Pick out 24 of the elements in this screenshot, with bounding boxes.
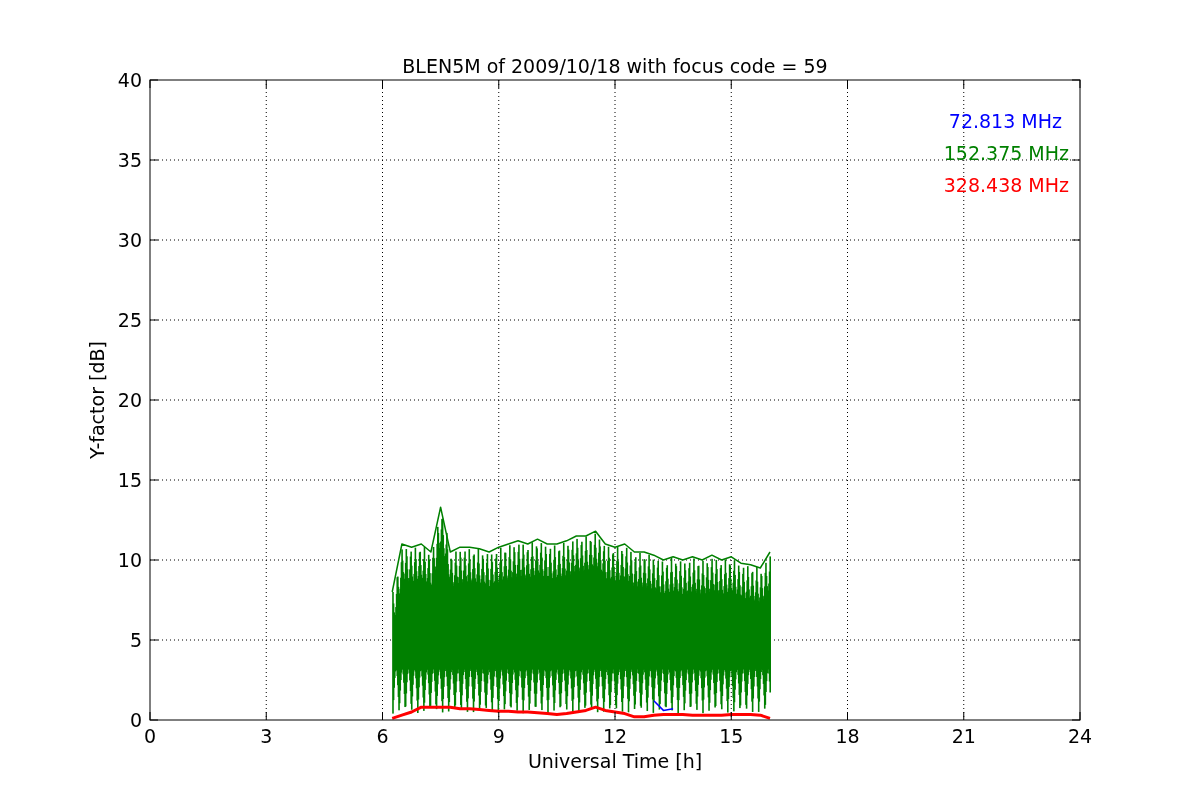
x-axis-label: Universal Time [h] [527,750,703,772]
x-tick-label: 18 [835,725,860,747]
y-axis-label: Y-factor [dB] [86,341,108,459]
y-tick-label: 20 [117,389,142,411]
x-tick-label: 9 [492,725,505,747]
y-tick-label: 15 [117,469,142,491]
x-tick-label: 15 [719,725,744,747]
x-tick-label: 3 [260,725,273,747]
y-tick-label: 30 [117,229,142,251]
y-tick-label: 10 [117,549,142,571]
x-tick-label: 6 [376,725,389,747]
y-tick-label: 35 [117,149,142,171]
x-tick-label: 0 [143,725,157,747]
y-tick-label: 5 [129,629,142,651]
y-tick-label: 0 [129,709,142,731]
legend-label: 72.813 MHz [948,110,1062,132]
chart-title: BLEN5M of 2009/10/18 with focus code = 59 [402,55,828,77]
x-tick-label: 21 [951,725,976,747]
legend-label: 328.438 MHz [943,174,1069,196]
x-tick-label: 24 [1067,725,1093,747]
x-tick-label: 12 [602,725,628,747]
y-tick-label: 40 [117,69,142,91]
legend-label: 152.375 MHz [943,142,1069,164]
y-tick-label: 25 [117,309,142,331]
